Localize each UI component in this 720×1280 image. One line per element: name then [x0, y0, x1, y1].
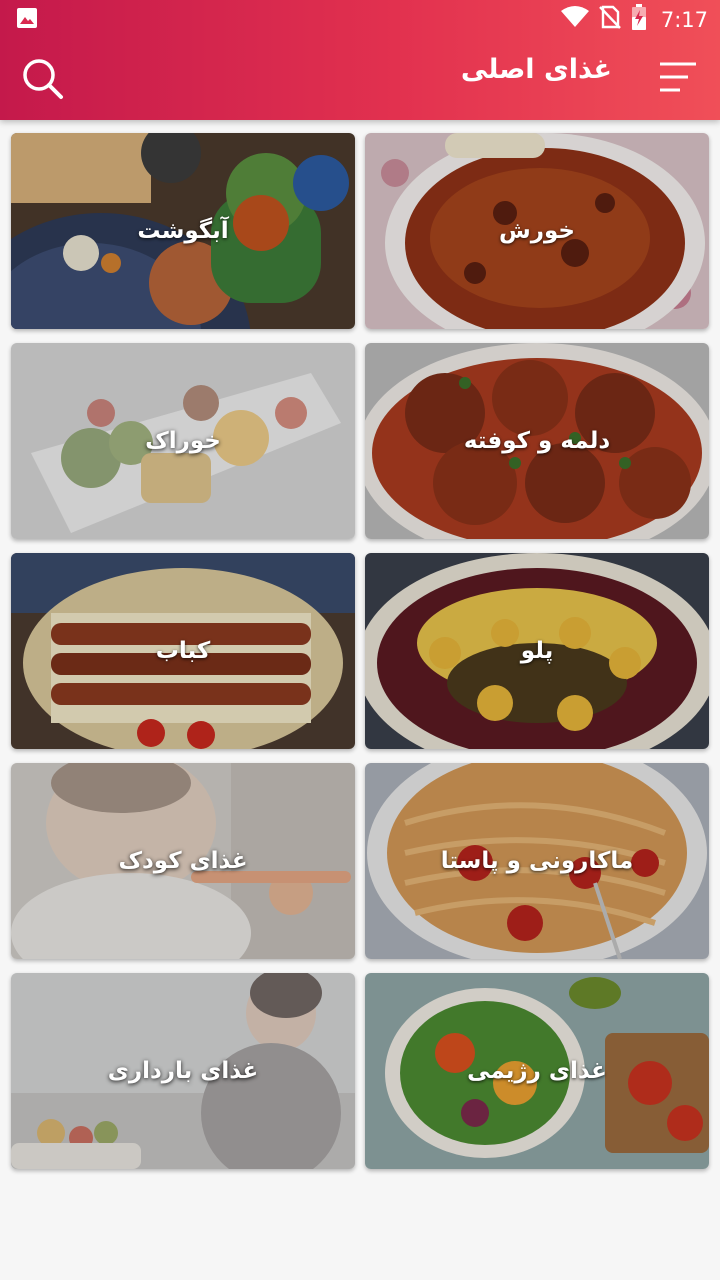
- category-label: ماکارونی و پاستا: [440, 848, 634, 874]
- wifi-icon: [560, 6, 589, 34]
- category-card-khorak[interactable]: خوراک: [11, 343, 355, 539]
- category-label: پلو: [520, 638, 554, 664]
- category-label: کباب: [155, 638, 211, 664]
- search-icon: [23, 59, 63, 99]
- category-card-diet-food[interactable]: غذای رژیمی: [365, 973, 709, 1169]
- status-time: 7:17: [660, 8, 708, 32]
- search-button[interactable]: [20, 56, 66, 102]
- category-label: خورش: [499, 218, 575, 244]
- category-card-baby-food[interactable]: غذای کودک: [11, 763, 355, 959]
- category-card-pasta[interactable]: ماکارونی و پاستا: [365, 763, 709, 959]
- category-card-dolmeh-koofteh[interactable]: دلمه و کوفته: [365, 343, 709, 539]
- category-label: غذای بارداری: [107, 1058, 259, 1084]
- menu-button[interactable]: [658, 60, 698, 96]
- menu-icon: [660, 62, 696, 92]
- battery-charging-icon: [631, 4, 647, 36]
- category-card-polo[interactable]: پلو: [365, 553, 709, 749]
- category-label: دلمه و کوفته: [463, 428, 611, 454]
- category-label: خوراک: [145, 428, 221, 454]
- no-sim-icon: [598, 5, 621, 35]
- app-bar: 7:17 غذای اصلی: [0, 0, 720, 120]
- category-card-pregnancy-food[interactable]: غذای بارداری: [11, 973, 355, 1169]
- category-card-abgoosht[interactable]: آبگوشت: [11, 133, 355, 329]
- category-label: غذای رژیمی: [467, 1058, 607, 1084]
- category-card-kabab[interactable]: کباب: [11, 553, 355, 749]
- page-title: غذای اصلی: [460, 54, 612, 85]
- category-label: آبگوشت: [137, 218, 229, 244]
- category-card-khoresh[interactable]: خورش: [365, 133, 709, 329]
- status-bar: 7:17: [0, 0, 720, 36]
- image-icon: [16, 7, 38, 35]
- toolbar: غذای اصلی: [0, 36, 720, 120]
- category-label: غذای کودک: [118, 848, 248, 874]
